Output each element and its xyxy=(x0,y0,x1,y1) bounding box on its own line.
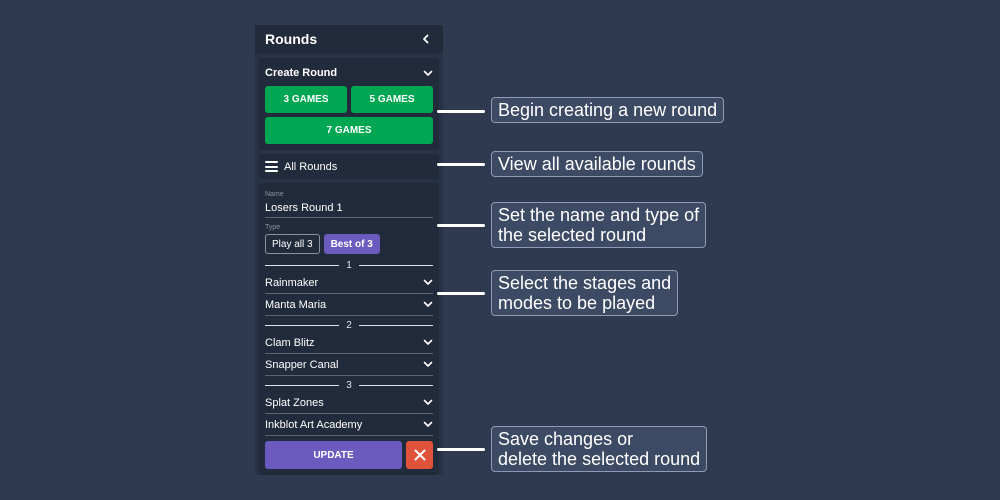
callout-connector xyxy=(437,448,485,451)
callout-text: Select the stages and xyxy=(498,273,672,293)
mode-value: Splat Zones xyxy=(265,396,324,409)
rounds-header: Rounds xyxy=(255,25,443,53)
callout-text: Begin creating a new round xyxy=(498,100,718,120)
delete-button[interactable] xyxy=(406,441,433,469)
game-divider: 3 xyxy=(265,378,433,392)
mode-select[interactable]: Rainmaker xyxy=(265,272,433,294)
game-number: 3 xyxy=(346,379,352,391)
create-round-card: Create Round 3 GAMES 5 GAMES 7 GAMES xyxy=(259,58,439,150)
callout-connector xyxy=(437,110,485,113)
callout-create: Begin creating a new round xyxy=(491,97,725,123)
chevron-down-icon xyxy=(423,278,433,288)
round-editor: Name Type Play all 3 Best of 3 1 Rainmak… xyxy=(259,183,439,475)
create-round-label: Create Round xyxy=(265,67,338,79)
chevron-down-icon xyxy=(423,300,433,310)
mode-select[interactable]: Clam Blitz xyxy=(265,332,433,354)
callout-connector xyxy=(437,224,485,227)
mode-value: Clam Blitz xyxy=(265,336,315,349)
stage-value: Inkblot Art Academy xyxy=(265,418,363,431)
name-field[interactable] xyxy=(265,200,433,218)
menu-icon xyxy=(265,161,278,172)
seven-games-button[interactable]: 7 GAMES xyxy=(265,117,433,144)
callout-text: View all available rounds xyxy=(498,154,696,174)
callout-connector xyxy=(437,292,485,295)
callout-name-type: Set the name and type of the selected ro… xyxy=(491,202,707,248)
page-title: Rounds xyxy=(265,31,318,47)
callout-text: modes to be played xyxy=(498,293,656,313)
update-button[interactable]: UPDATE xyxy=(265,441,402,469)
stage-value: Snapper Canal xyxy=(265,358,339,371)
panel-body: Create Round 3 GAMES 5 GAMES 7 GAMES All… xyxy=(255,53,443,475)
stage-select[interactable]: Inkblot Art Academy xyxy=(265,414,433,436)
chevron-down-icon xyxy=(423,360,433,370)
mode-select[interactable]: Splat Zones xyxy=(265,392,433,414)
game-number: 1 xyxy=(346,259,352,271)
chevron-down-icon xyxy=(423,420,433,430)
chevron-left-icon[interactable] xyxy=(419,32,433,46)
callout-connector xyxy=(437,163,485,166)
callout-text: Save changes or xyxy=(498,429,634,449)
rounds-panel: Rounds Create Round 3 GAMES 5 GAMES 7 GA… xyxy=(255,25,443,479)
all-rounds-button[interactable]: All Rounds xyxy=(259,154,439,179)
create-round-toggle[interactable]: Create Round xyxy=(265,64,433,82)
type-selector: Play all 3 Best of 3 xyxy=(265,234,433,254)
type-label: Type xyxy=(265,224,281,231)
callout-all-rounds: View all available rounds xyxy=(491,151,703,177)
chevron-down-icon xyxy=(423,338,433,348)
play-all-button[interactable]: Play all 3 xyxy=(265,234,320,254)
callout-text: the selected round xyxy=(498,225,647,245)
stage-select[interactable]: Snapper Canal xyxy=(265,354,433,376)
close-icon xyxy=(414,449,425,461)
five-games-button[interactable]: 5 GAMES xyxy=(351,86,433,113)
game-divider: 1 xyxy=(265,258,433,272)
name-label: Name xyxy=(265,191,284,198)
three-games-button[interactable]: 3 GAMES xyxy=(265,86,347,113)
callout-save: Save changes or delete the selected roun… xyxy=(491,426,708,472)
game-number: 2 xyxy=(346,319,352,331)
chevron-down-icon xyxy=(423,398,433,408)
game-divider: 2 xyxy=(265,318,433,332)
mode-value: Rainmaker xyxy=(265,276,319,289)
chevron-down-icon xyxy=(423,68,433,78)
stage-select[interactable]: Manta Maria xyxy=(265,294,433,316)
all-rounds-label: All Rounds xyxy=(284,160,338,173)
callout-stages: Select the stages and modes to be played xyxy=(491,270,679,316)
best-of-button[interactable]: Best of 3 xyxy=(323,234,380,254)
callout-text: delete the selected round xyxy=(498,449,701,469)
stage-value: Manta Maria xyxy=(265,298,327,311)
callout-text: Set the name and type of xyxy=(498,205,700,225)
